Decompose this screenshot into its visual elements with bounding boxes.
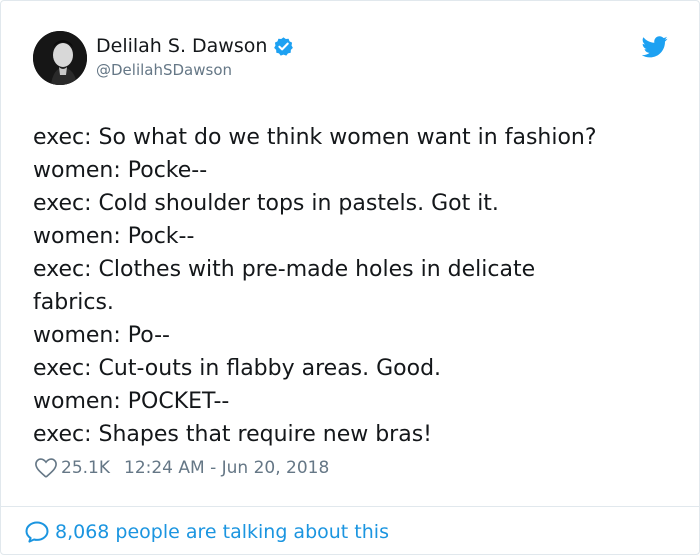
tweet-meta: 25.1K 12:24 AM - Jun 20, 2018 [35, 456, 329, 480]
talking-about-text: 8,068 people are talking about this [55, 521, 389, 543]
talking-about-link[interactable]: 8,068 people are talking about this [25, 519, 389, 545]
author-block: Delilah S. Dawson @DelilahSDawson [96, 33, 294, 79]
tweet-card: Delilah S. Dawson @DelilahSDawson exec: … [0, 0, 700, 555]
tweet-line: women: Pock-- [33, 224, 195, 249]
display-name[interactable]: Delilah S. Dawson [96, 35, 267, 57]
avatar[interactable] [33, 31, 87, 85]
tweet-text: exec: So what do we think women want in … [33, 121, 673, 451]
tweet-line: exec: So what do we think women want in … [33, 125, 597, 150]
footer-divider [1, 506, 699, 507]
twitter-bird-icon[interactable] [641, 36, 668, 58]
tweet-line: fabrics. [33, 290, 114, 315]
like-count[interactable]: 25.1K [61, 458, 110, 478]
tweet-timestamp[interactable]: 12:24 AM - Jun 20, 2018 [124, 458, 329, 478]
tweet-line: exec: Cold shoulder tops in pastels. Got… [33, 191, 499, 216]
display-name-row: Delilah S. Dawson [96, 33, 294, 59]
tweet-line: exec: Clothes with pre-made holes in del… [33, 257, 536, 282]
verified-badge-icon [273, 36, 294, 57]
speech-bubble-icon [25, 521, 49, 543]
heart-icon[interactable] [35, 458, 57, 478]
tweet-header: Delilah S. Dawson @DelilahSDawson [33, 31, 673, 89]
tweet-line: women: POCKET-- [33, 389, 230, 414]
tweet-line: women: Pocke-- [33, 158, 208, 183]
tweet-line: exec: Shapes that require new bras! [33, 422, 432, 447]
tweet-line: exec: Cut-outs in flabby areas. Good. [33, 356, 442, 381]
author-handle[interactable]: @DelilahSDawson [96, 61, 294, 79]
tweet-line: women: Po-- [33, 323, 170, 348]
